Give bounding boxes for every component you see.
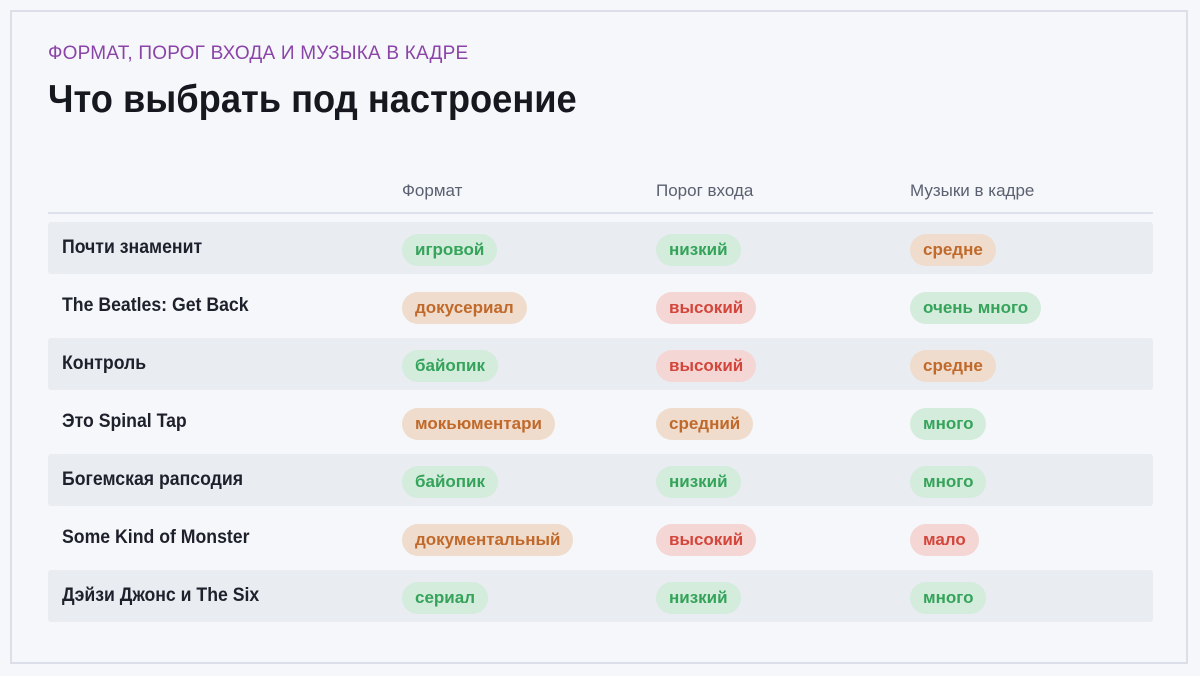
music-amount-badge: мало bbox=[910, 524, 979, 556]
entry-level-badge: низкий bbox=[656, 582, 741, 614]
table-row: Дэйзи Джонс и The Six сериал низкий много bbox=[48, 570, 1153, 622]
table-row: Почти знаменит игровой низкий средне bbox=[48, 222, 1153, 274]
film-title: Some Kind of Monster bbox=[62, 527, 250, 548]
entry-level-badge: высокий bbox=[656, 524, 757, 556]
table-body: Почти знаменит игровой низкий средне The Bea… bbox=[48, 222, 1153, 622]
music-amount-badge: много bbox=[910, 466, 987, 498]
format-badge: игровой bbox=[402, 234, 498, 266]
table-row: Богемская рапсодия байопик низкий много bbox=[48, 454, 1153, 506]
table-row: Контроль байопик высокий средне bbox=[48, 338, 1153, 390]
film-title: Контроль bbox=[62, 353, 147, 374]
table-row: The Beatles: Get Back докусериал высокий оч… bbox=[48, 280, 1153, 332]
column-header-format: Формат bbox=[402, 181, 463, 200]
film-title: Богемская рапсодия bbox=[62, 469, 244, 490]
music-amount-badge: много bbox=[910, 408, 987, 440]
music-amount-badge: очень много bbox=[910, 292, 1042, 324]
entry-level-badge: высокий bbox=[656, 292, 757, 324]
column-header-music: Музыки в кадре bbox=[910, 181, 1035, 200]
film-title: Это Spinal Tap bbox=[62, 411, 187, 432]
music-amount-badge: много bbox=[910, 582, 987, 614]
entry-level-badge: низкий bbox=[656, 466, 741, 498]
film-title: The Beatles: Get Back bbox=[62, 295, 249, 316]
format-badge: байопик bbox=[402, 466, 499, 498]
format-badge: байопик bbox=[402, 350, 499, 382]
entry-level-badge: низкий bbox=[656, 234, 741, 266]
table-row: Some Kind of Monster документальный высоки… bbox=[48, 512, 1153, 564]
comparison-table: Формат Порог входа Музыки в кадре Почти … bbox=[48, 170, 1153, 622]
page-title: Что выбрать под настроение bbox=[48, 78, 577, 121]
format-badge: мокьюментари bbox=[402, 408, 555, 440]
film-title: Дэйзи Джонс и The Six bbox=[62, 585, 260, 606]
entry-level-badge: высокий bbox=[656, 350, 757, 382]
format-badge: докусериал bbox=[402, 292, 527, 324]
entry-level-badge: средний bbox=[656, 408, 754, 440]
music-amount-badge: средне bbox=[910, 234, 996, 266]
music-amount-badge: средне bbox=[910, 350, 996, 382]
table-header: Формат Порог входа Музыки в кадре bbox=[48, 170, 1153, 214]
table-row: Это Spinal Tap мокьюментари средний много bbox=[48, 396, 1153, 448]
eyebrow-label: ФОРМАТ, ПОРОГ ВХОДА И МУЗЫКА В КАДРЕ bbox=[48, 43, 469, 64]
column-header-entry: Порог входа bbox=[656, 181, 754, 200]
film-title: Почти знаменит bbox=[62, 237, 203, 258]
format-badge: документальный bbox=[402, 524, 574, 556]
format-badge: сериал bbox=[402, 582, 488, 614]
